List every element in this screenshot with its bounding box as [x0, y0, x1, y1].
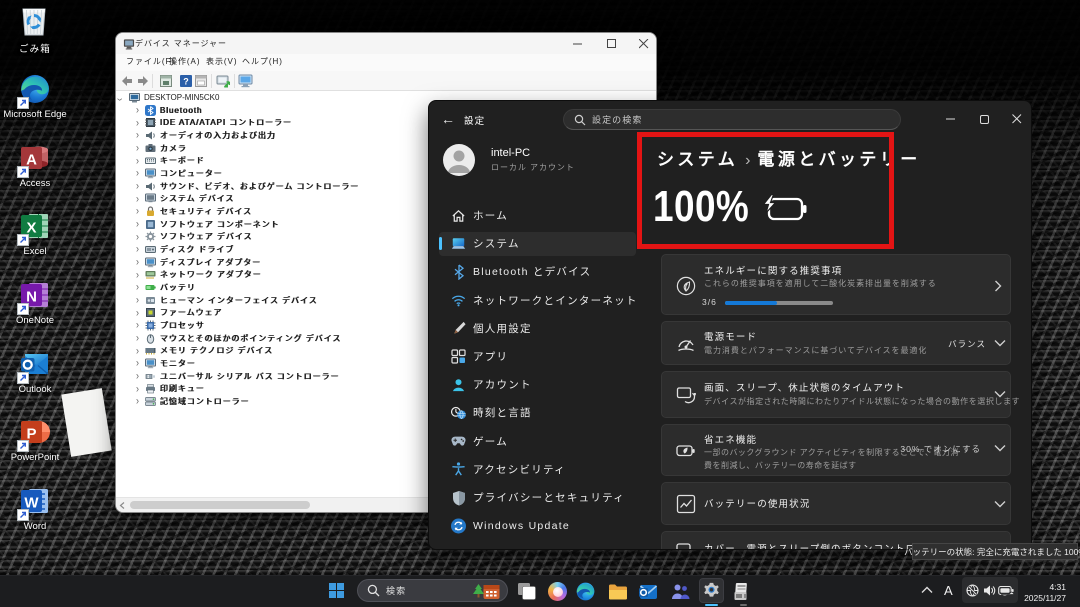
- svg-text:W: W: [24, 495, 39, 512]
- svg-text:X: X: [26, 220, 36, 237]
- svg-text:A: A: [26, 152, 37, 169]
- svg-text:N: N: [26, 289, 37, 306]
- svg-text:?: ?: [183, 77, 189, 87]
- svg-text:P: P: [26, 426, 36, 443]
